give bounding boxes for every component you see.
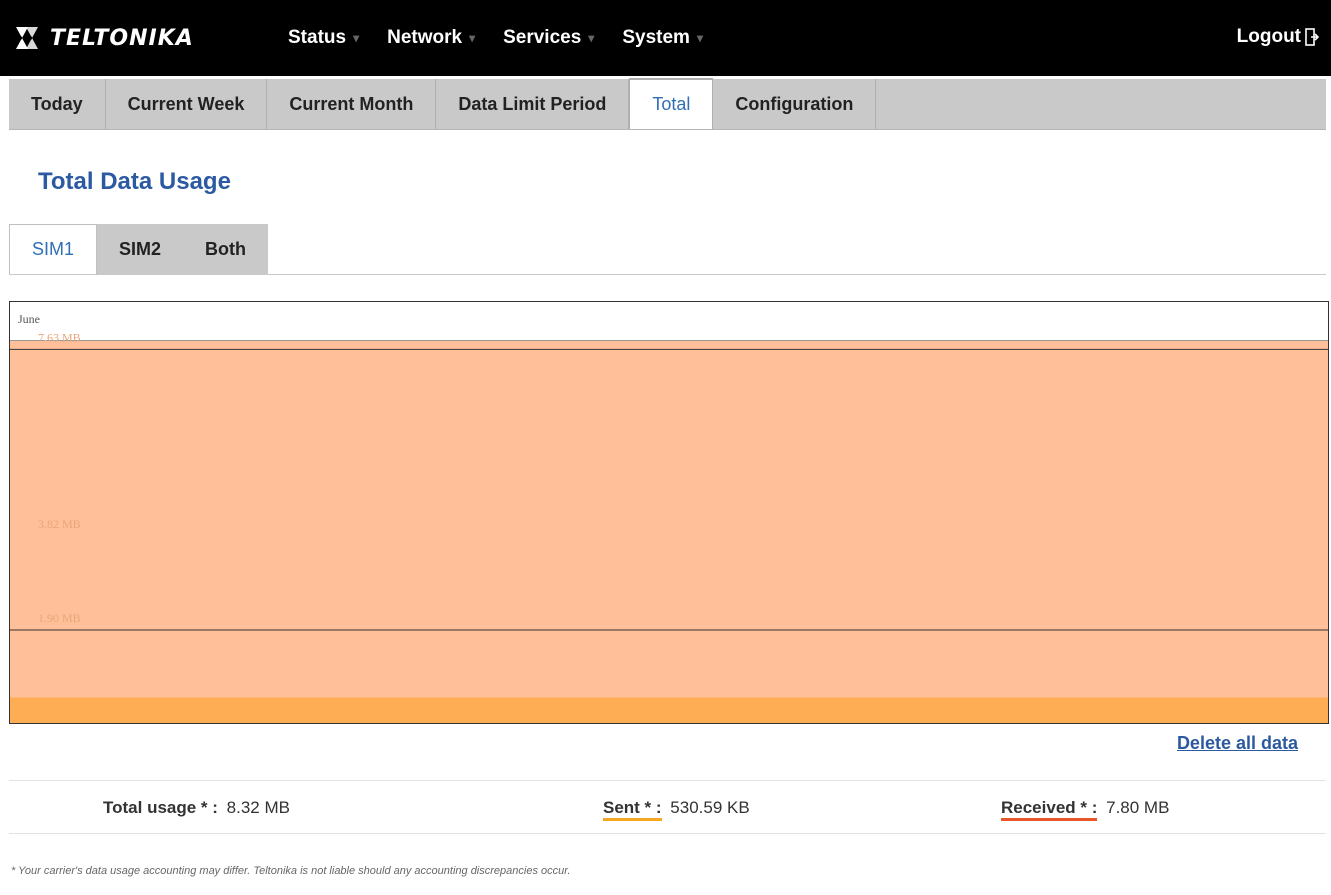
sim-tabs: SIM1 SIM2 Both [9, 224, 1326, 275]
data-usage-chart: 7.63 MB 3.82 MB 1.90 MB June [9, 301, 1329, 724]
menu-status-label: Status [288, 27, 347, 48]
tab-sim1[interactable]: SIM1 [9, 224, 98, 274]
total-usage-label: Total usage * : [103, 798, 218, 817]
delete-all-data-link[interactable]: Delete all data [1177, 733, 1298, 754]
tab-configuration[interactable]: Configuration [713, 79, 877, 129]
series-area-received [10, 341, 1328, 723]
main-menu: Status ▾ Network ▾ Services ▾ System ▾ [288, 0, 731, 76]
usage-summary: Total usage * : 8.32 MB Sent * : 530.59 … [9, 780, 1326, 834]
tab-data-limit-period[interactable]: Data Limit Period [436, 79, 630, 129]
received-value: 7.80 MB [1106, 798, 1170, 817]
received-label: Received * : [1001, 798, 1098, 821]
total-usage: Total usage * : 8.32 MB [103, 798, 290, 818]
page-title: Total Data Usage [38, 168, 231, 195]
data-usage-chart-svg: 7.63 MB 3.82 MB 1.90 MB [10, 330, 1328, 723]
period-tabs: Today Current Week Current Month Data Li… [9, 78, 1326, 130]
sent-value: 530.59 KB [670, 798, 750, 817]
chart-month-label: June [18, 312, 40, 326]
logo-mark-icon [12, 23, 48, 53]
top-navigation-bar: TELTONIKA Status ▾ Network ▾ Services ▾ … [0, 0, 1331, 76]
tab-today[interactable]: Today [9, 79, 106, 129]
menu-services-label: Services [503, 27, 582, 48]
menu-network-label: Network [387, 27, 463, 48]
caret-down-icon: ▾ [469, 31, 476, 45]
tab-current-week[interactable]: Current Week [106, 79, 268, 129]
menu-status[interactable]: Status ▾ [288, 27, 359, 49]
total-usage-value: 8.32 MB [226, 798, 290, 817]
menu-system-label: System [622, 27, 690, 48]
received-usage: Received * : 7.80 MB [1001, 798, 1170, 821]
sent-label: Sent * : [603, 798, 662, 821]
disclaimer-footnote: * Your carrier's data usage accounting m… [11, 865, 571, 877]
logout-icon [1305, 28, 1319, 46]
y-tick-label: 1.90 MB [38, 611, 81, 625]
caret-down-icon: ▾ [353, 31, 360, 45]
caret-down-icon: ▾ [696, 31, 703, 45]
tab-total[interactable]: Total [629, 78, 714, 129]
series-area-sent [10, 697, 1328, 723]
logout-label: Logout [1236, 26, 1301, 47]
tab-current-month[interactable]: Current Month [267, 79, 437, 129]
menu-network[interactable]: Network ▾ [387, 27, 475, 49]
tab-sim2[interactable]: SIM2 [97, 224, 184, 274]
tab-both[interactable]: Both [183, 224, 269, 274]
y-tick-label: 3.82 MB [38, 517, 81, 531]
sent-usage: Sent * : 530.59 KB [603, 798, 750, 821]
menu-services[interactable]: Services ▾ [503, 27, 594, 49]
logout-button[interactable]: Logout [1237, 26, 1319, 48]
y-tick-label: 7.63 MB [38, 330, 81, 344]
menu-system[interactable]: System ▾ [622, 27, 703, 49]
teltonika-logo[interactable]: TELTONIKA [12, 18, 194, 58]
caret-down-icon: ▾ [588, 31, 595, 45]
logo-text: TELTONIKA [50, 25, 194, 51]
